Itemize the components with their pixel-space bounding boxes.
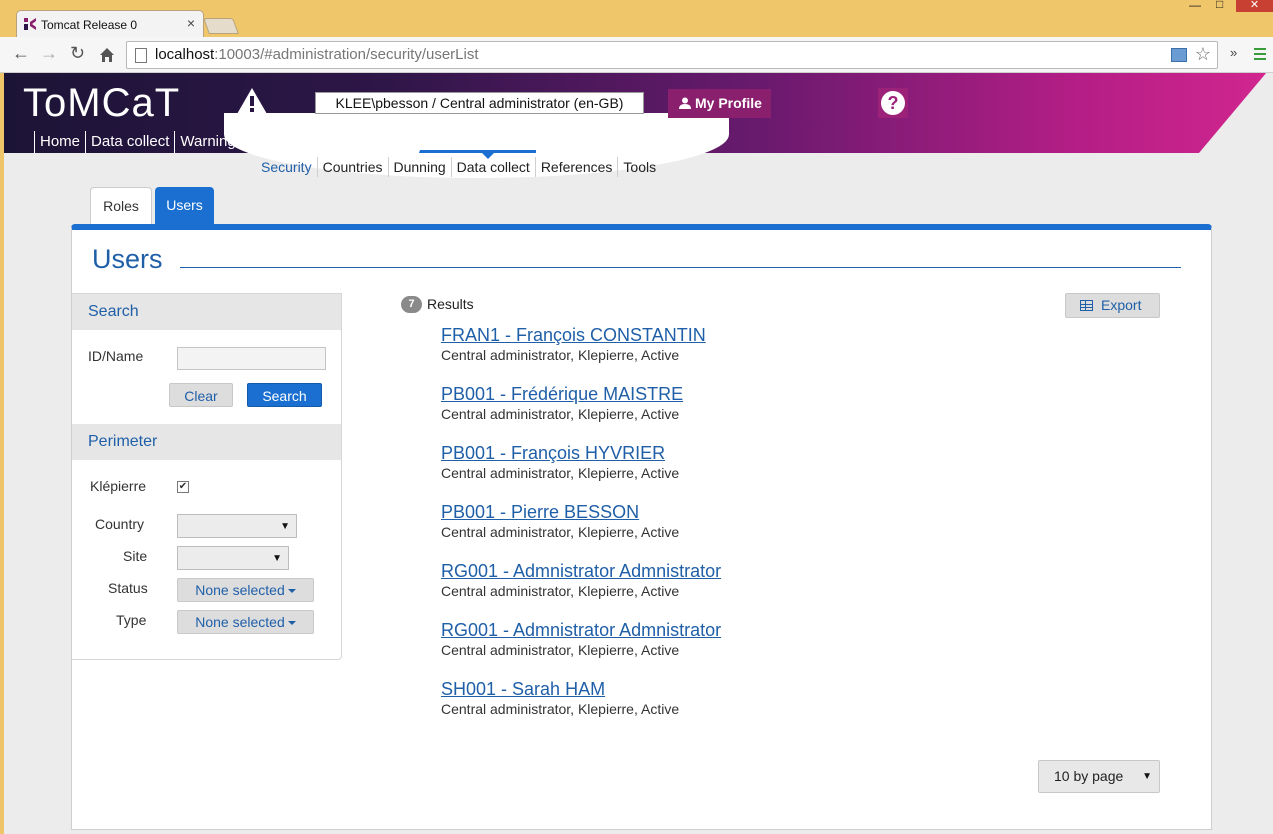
nav-home[interactable]: Home xyxy=(34,131,85,153)
user-meta: Central administrator, Klepierre, Active xyxy=(441,701,680,717)
list-item: RG001 - Admnistrator Admnistrator Centra… xyxy=(441,560,721,599)
list-item: PB001 - Frédérique MAISTRE Central admin… xyxy=(441,383,683,422)
results-label: Results xyxy=(427,296,474,312)
type-multiselect[interactable]: None selected xyxy=(177,610,314,634)
site-select[interactable]: ▼ xyxy=(177,546,289,570)
page-size-select[interactable]: 10 by page ▼ xyxy=(1038,760,1160,793)
sub-nav: Security Countries Dunning Data collect … xyxy=(256,157,661,177)
tab-roles[interactable]: Roles xyxy=(90,187,152,225)
user-icon xyxy=(679,97,691,109)
extension-icon[interactable] xyxy=(1171,48,1187,62)
help-button[interactable]: ? xyxy=(878,88,908,118)
user-meta: Central administrator, Klepierre, Active xyxy=(441,583,680,599)
status-multiselect[interactable]: None selected xyxy=(177,578,314,602)
caret-down-icon xyxy=(287,589,296,594)
dropdown-arrow-icon: ▼ xyxy=(280,521,290,532)
perimeter-heading: Perimeter xyxy=(72,424,341,460)
minimize-icon[interactable]: — xyxy=(1189,0,1201,12)
warning-icon[interactable] xyxy=(236,87,268,115)
nav-site-structure[interactable]: Site structure xyxy=(319,131,419,153)
site-label: Site xyxy=(123,548,148,564)
list-item: SH001 - Sarah HAM Central administrator,… xyxy=(441,678,679,717)
clear-button[interactable]: Clear xyxy=(169,383,233,407)
country-label: Country xyxy=(95,516,145,532)
search-sidebar: Search ID/Name Clear Search Perimeter Kl… xyxy=(72,293,342,660)
user-link[interactable]: PB001 - Frédérique MAISTRE xyxy=(441,383,683,405)
tab-users[interactable]: Users xyxy=(155,187,214,225)
back-arrow-icon[interactable]: ← xyxy=(12,43,30,64)
app-root: ToMCaT KLEE\pbesson / Central administra… xyxy=(4,73,1273,834)
dropdown-arrow-icon: ▼ xyxy=(272,553,282,564)
klepierre-checkbox[interactable]: ✔ xyxy=(177,481,189,493)
page-icon xyxy=(135,48,147,63)
type-label: Type xyxy=(116,612,147,628)
browser-titlebar: Tomcat Release 0 × — □ ✕ xyxy=(0,0,1273,39)
new-tab-button[interactable] xyxy=(203,18,239,34)
user-context: KLEE\pbesson / Central administrator (en… xyxy=(315,92,644,114)
flag-icon xyxy=(625,135,637,148)
search-button[interactable]: Search xyxy=(247,383,322,407)
language-flag-button[interactable] xyxy=(618,131,644,153)
list-item: PB001 - Pierre BESSON Central administra… xyxy=(441,501,679,540)
list-item: PB001 - François HYVRIER Central adminis… xyxy=(441,442,679,481)
subnav-security[interactable]: Security xyxy=(256,157,317,177)
subnav-countries[interactable]: Countries xyxy=(316,157,388,177)
home-icon[interactable] xyxy=(98,46,116,64)
tab-title: Tomcat Release 0 xyxy=(41,18,138,32)
caret-down-icon xyxy=(287,621,296,626)
bookmark-star-icon[interactable]: ☆ xyxy=(1195,44,1211,65)
user-meta: Central administrator, Klepierre, Active xyxy=(441,406,680,422)
user-link[interactable]: FRAN1 - François CONSTANTIN xyxy=(441,324,706,346)
country-select[interactable]: ▼ xyxy=(177,514,297,538)
page-title: Users xyxy=(92,244,163,274)
table-icon xyxy=(1080,300,1093,311)
url-text[interactable]: localhost:10003/#administration/security… xyxy=(155,46,479,63)
user-link[interactable]: SH001 - Sarah HAM xyxy=(441,678,679,700)
title-divider xyxy=(180,267,1181,268)
user-meta: Central administrator, Klepierre, Active xyxy=(441,347,680,363)
user-link[interactable]: RG001 - Admnistrator Admnistrator xyxy=(441,619,721,641)
nav-administration[interactable]: Administration xyxy=(419,131,537,153)
tab-close-icon[interactable]: × xyxy=(187,15,195,31)
search-heading: Search xyxy=(72,294,341,330)
my-profile-button[interactable]: My Profile xyxy=(668,89,771,118)
browser-menu-icon[interactable] xyxy=(1254,48,1266,63)
subnav-data-collect[interactable]: Data collect xyxy=(450,157,535,177)
dropdown-arrow-icon: ▼ xyxy=(1142,771,1152,782)
main-nav: Home Data collect Warnings & dunning Sit… xyxy=(34,131,537,153)
users-panel: Users Search ID/Name Clear Search Perime… xyxy=(71,224,1212,830)
results-count-badge: 7 xyxy=(401,296,422,313)
user-meta: Central administrator, Klepierre, Active xyxy=(441,465,680,481)
list-item: FRAN1 - François CONSTANTIN Central admi… xyxy=(441,324,706,363)
close-window-icon[interactable]: ✕ xyxy=(1236,0,1273,12)
nav-data-collect[interactable]: Data collect xyxy=(85,131,174,153)
forward-arrow-icon[interactable]: → xyxy=(40,43,58,64)
user-link[interactable]: PB001 - François HYVRIER xyxy=(441,442,679,464)
subnav-references[interactable]: References xyxy=(534,157,618,177)
nav-warnings-dunning[interactable]: Warnings & dunning xyxy=(174,131,320,153)
user-meta: Central administrator, Klepierre, Active xyxy=(441,524,680,540)
user-link[interactable]: RG001 - Admnistrator Admnistrator xyxy=(441,560,721,582)
export-button[interactable]: Export xyxy=(1065,293,1160,318)
klepierre-label: Klépierre xyxy=(90,478,147,494)
app-logo[interactable]: ToMCaT xyxy=(23,81,180,126)
browser-toolbar: ← → ↻ localhost:10003/#administration/se… xyxy=(0,37,1273,73)
subnav-dunning[interactable]: Dunning xyxy=(387,157,451,177)
id-name-input[interactable] xyxy=(177,347,326,370)
reload-icon[interactable]: ↻ xyxy=(70,43,85,64)
maximize-icon[interactable]: □ xyxy=(1216,0,1223,11)
help-icon: ? xyxy=(881,91,905,115)
address-bar[interactable]: localhost:10003/#administration/security… xyxy=(126,41,1218,69)
user-meta: Central administrator, Klepierre, Active xyxy=(441,642,680,658)
status-label: Status xyxy=(108,580,148,596)
extensions-overflow-icon[interactable]: » xyxy=(1230,45,1237,60)
id-name-label: ID/Name xyxy=(88,348,144,364)
list-item: RG001 - Admnistrator Admnistrator Centra… xyxy=(441,619,721,658)
subnav-tools[interactable]: Tools xyxy=(617,157,661,177)
browser-tab[interactable]: Tomcat Release 0 × xyxy=(16,10,204,39)
tomcat-favicon-icon xyxy=(24,18,36,30)
user-link[interactable]: PB001 - Pierre BESSON xyxy=(441,501,679,523)
